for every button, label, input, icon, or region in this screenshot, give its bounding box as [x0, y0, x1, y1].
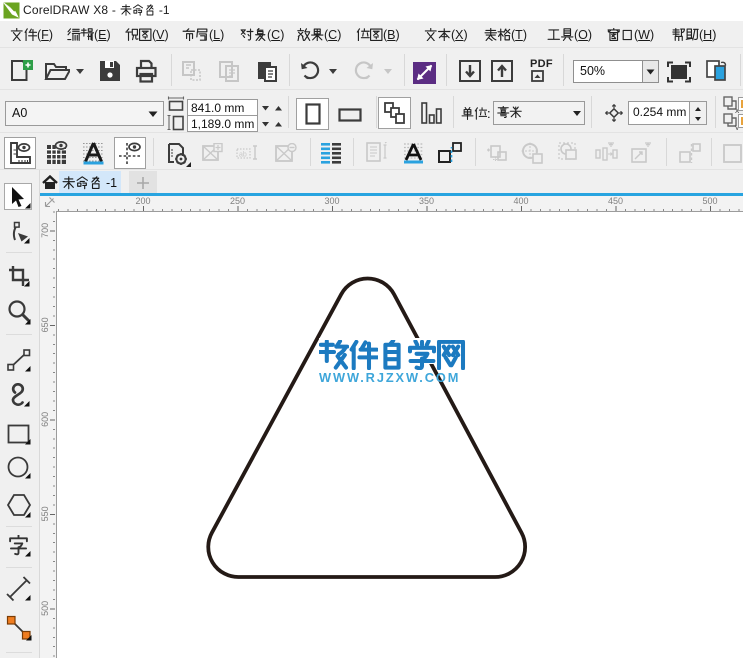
svg-text:650: 650 — [40, 317, 50, 332]
svg-text:450: 450 — [608, 196, 623, 206]
svg-text:600: 600 — [40, 412, 50, 427]
svg-text:250: 250 — [230, 196, 245, 206]
svg-text:400: 400 — [513, 196, 528, 206]
svg-text:ab: ab — [239, 152, 247, 159]
svg-text:700: 700 — [40, 223, 50, 238]
svg-text:500: 500 — [702, 196, 717, 206]
svg-text:300: 300 — [324, 196, 339, 206]
svg-text:550: 550 — [40, 506, 50, 521]
svg-text:200: 200 — [135, 196, 150, 206]
svg-text:350: 350 — [419, 196, 434, 206]
svg-text:500: 500 — [40, 601, 50, 616]
